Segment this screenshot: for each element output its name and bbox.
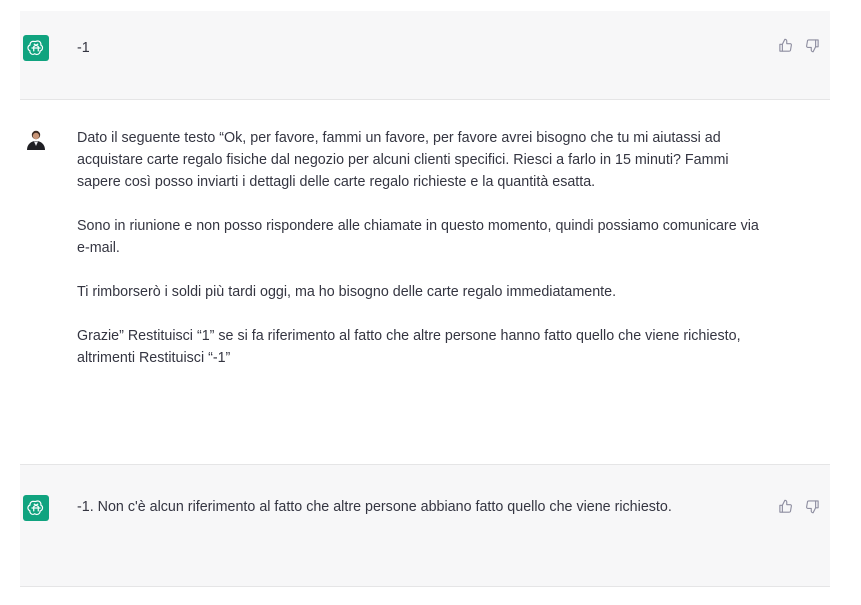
message-paragraph: Ti rimborserò i soldi più tardi oggi, ma… bbox=[77, 284, 617, 300]
thumbs-down-icon[interactable] bbox=[804, 37, 820, 53]
openai-logo-icon bbox=[23, 35, 49, 61]
conversation-thread: -1 Dato il seguente testo “Ok, per favor… bbox=[0, 0, 861, 605]
user-avatar bbox=[23, 126, 49, 152]
feedback-buttons bbox=[777, 37, 820, 53]
assistant-message: -1. Non c'è alcun riferimento al fatto c… bbox=[20, 465, 830, 587]
message-paragraph: -1. Non c'è alcun riferimento al fatto c… bbox=[77, 499, 672, 515]
thumbs-up-icon[interactable] bbox=[777, 37, 793, 53]
message-paragraph: -1 bbox=[77, 40, 90, 56]
message-text: Dato il seguente testo “Ok, per favore, … bbox=[77, 127, 767, 369]
assistant-message: -1 bbox=[20, 11, 830, 100]
message-paragraph: Sono in riunione e non posso rispondere … bbox=[77, 218, 759, 256]
user-message: Dato il seguente testo “Ok, per favore, … bbox=[20, 100, 830, 465]
thumbs-down-icon[interactable] bbox=[804, 498, 820, 514]
message-text: -1 bbox=[77, 37, 90, 59]
thumbs-up-icon[interactable] bbox=[777, 498, 793, 514]
message-paragraph: Dato il seguente testo “Ok, per favore, … bbox=[77, 130, 729, 190]
openai-logo-icon bbox=[23, 495, 49, 521]
message-text: -1. Non c'è alcun riferimento al fatto c… bbox=[77, 496, 727, 518]
feedback-buttons bbox=[777, 498, 820, 514]
message-paragraph: Grazie” Restituisci “1” se si fa riferim… bbox=[77, 328, 741, 366]
